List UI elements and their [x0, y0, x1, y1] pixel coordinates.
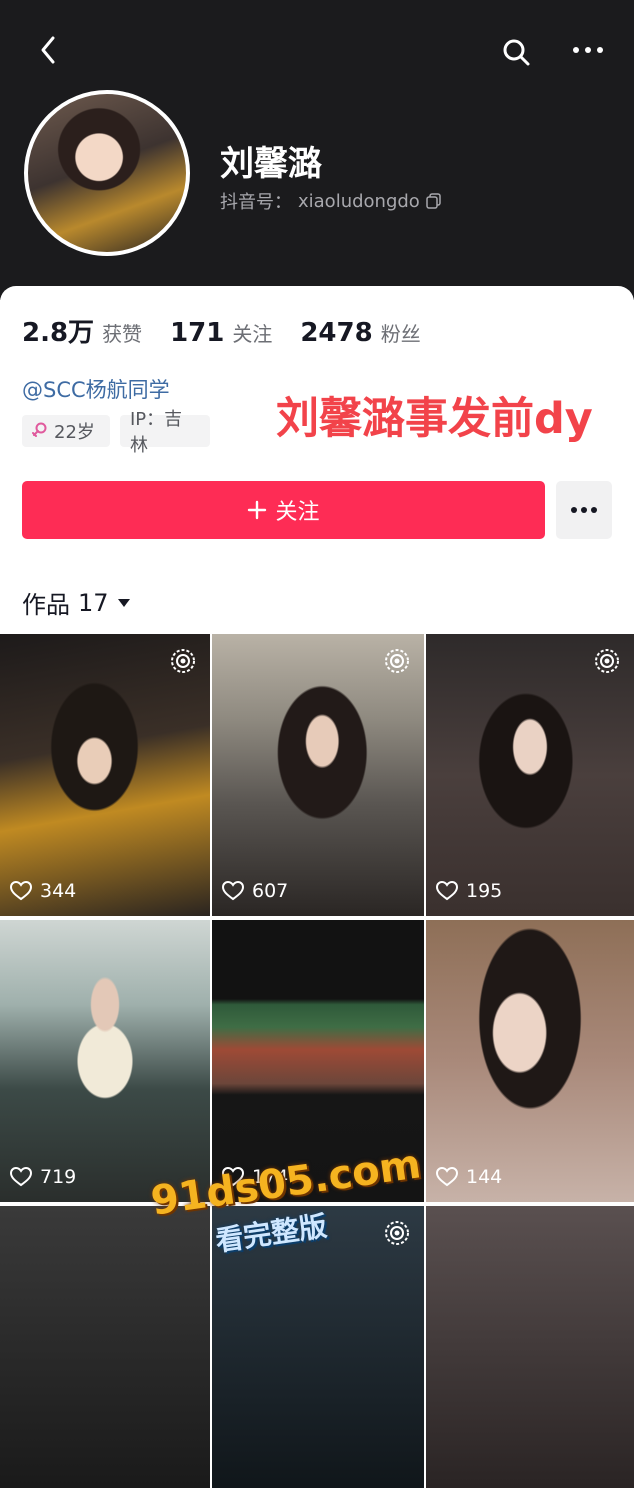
chevron-left-icon — [41, 36, 55, 64]
heart-icon — [436, 881, 458, 901]
like-count: 607 — [222, 880, 288, 902]
live-photo-icon — [171, 649, 195, 673]
age-text: 22岁 — [54, 422, 95, 443]
video-thumb[interactable] — [426, 1206, 634, 1488]
copy-icon[interactable] — [426, 193, 442, 209]
like-count: 144 — [436, 1166, 502, 1188]
profile-stats: 2.8万 获赞 171 关注 2478 粉丝 — [22, 312, 449, 349]
video-thumb[interactable]: 195 — [426, 634, 634, 916]
heart-icon — [10, 1167, 32, 1187]
video-thumb[interactable]: 719 — [0, 920, 210, 1202]
heart-icon — [436, 1167, 458, 1187]
works-label: 作品 — [22, 591, 70, 619]
like-count-text: 144 — [466, 1166, 503, 1188]
profile-handle-link[interactable]: @SCC杨航同学 — [22, 374, 170, 404]
heart-icon — [222, 881, 244, 901]
douyin-id-label: 抖音号： — [220, 192, 292, 213]
followers-label: 粉丝 — [380, 322, 421, 346]
works-count: 17 — [78, 588, 109, 617]
live-photo-icon — [385, 1221, 409, 1245]
likes-label: 获赞 — [102, 322, 143, 346]
follow-label: 关注 — [275, 500, 320, 525]
following-count[interactable]: 171 — [170, 318, 224, 348]
likes-count[interactable]: 2.8万 — [22, 312, 94, 349]
douyin-id[interactable]: 抖音号： xiaoludongdo — [220, 188, 442, 214]
female-icon — [32, 422, 47, 437]
avatar[interactable] — [24, 90, 190, 256]
profile-name: 刘馨潞 — [220, 144, 322, 184]
age-tag: 22岁 — [22, 415, 110, 447]
overlay-caption: 刘馨潞事发前dy — [276, 394, 593, 444]
video-thumb[interactable]: 144 — [426, 920, 634, 1202]
like-count-text: 607 — [252, 880, 289, 902]
ip-text: IP：吉林 — [130, 409, 183, 456]
like-count: 719 — [10, 1166, 76, 1188]
more-options-button[interactable] — [566, 32, 610, 68]
video-thumb[interactable] — [0, 1206, 210, 1488]
plus-icon — [248, 500, 267, 520]
follow-button[interactable]: 关注 — [22, 481, 545, 539]
live-photo-icon — [385, 649, 409, 673]
video-thumb[interactable]: 344 — [0, 634, 210, 916]
profile-header: 刘馨潞 抖音号： xiaoludongdo — [0, 0, 634, 300]
video-grid: 344 607 195 719 174 144 — [0, 634, 634, 1488]
like-count-text: 719 — [40, 1166, 77, 1188]
works-tab[interactable]: 作品 17 — [22, 585, 131, 620]
search-button[interactable] — [496, 32, 536, 72]
following-label: 关注 — [232, 322, 273, 346]
ip-tag: IP：吉林 — [120, 409, 210, 456]
more-dots-icon — [573, 47, 603, 53]
douyin-id-value: xiaoludongdo — [298, 190, 420, 212]
like-count-text: 195 — [466, 880, 503, 902]
video-thumb[interactable]: 607 — [212, 634, 424, 916]
like-count: 195 — [436, 880, 502, 902]
followers-count[interactable]: 2478 — [300, 318, 372, 348]
more-actions-button[interactable] — [556, 481, 612, 539]
live-photo-icon — [595, 649, 619, 673]
like-count-text: 344 — [40, 880, 77, 902]
back-button[interactable] — [30, 32, 66, 68]
caret-down-icon — [117, 598, 130, 607]
more-dots-icon — [571, 507, 597, 513]
like-count: 344 — [10, 880, 76, 902]
heart-icon — [10, 881, 32, 901]
search-icon — [503, 39, 530, 66]
